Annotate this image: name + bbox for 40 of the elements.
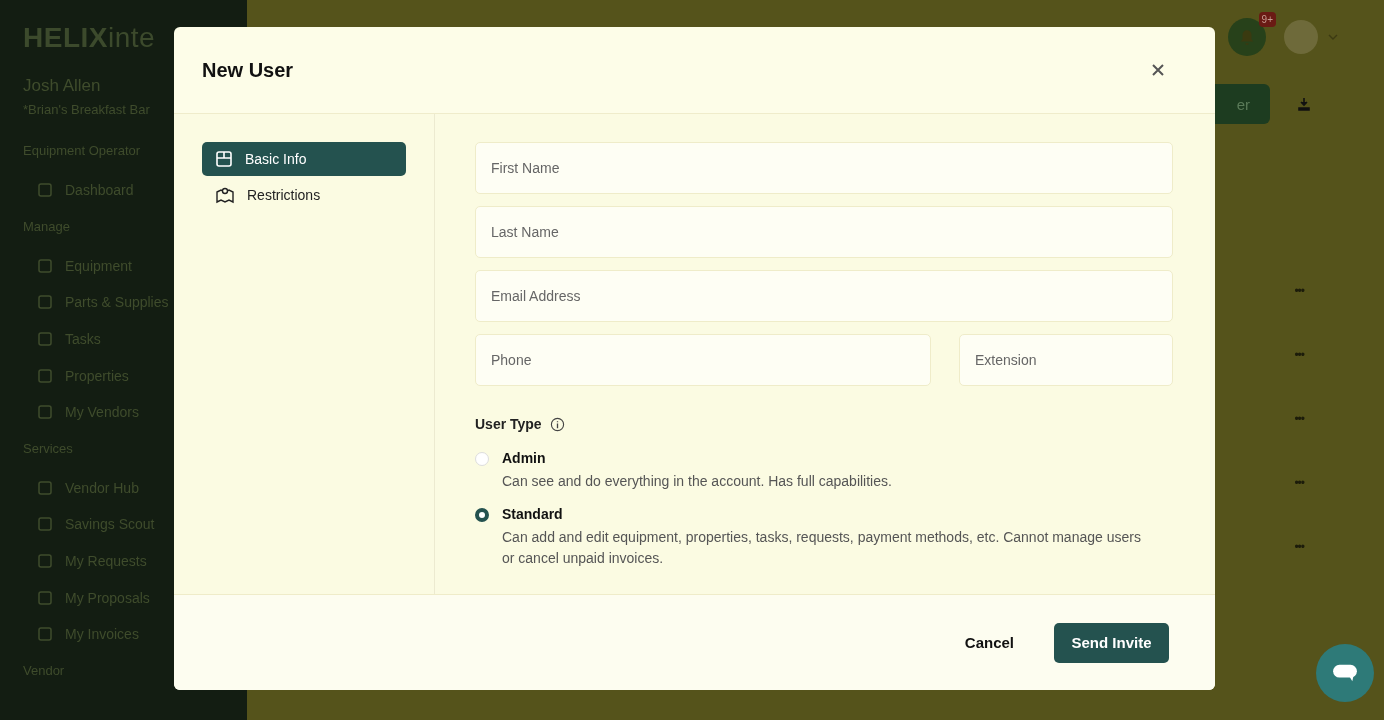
nav-icon — [37, 257, 53, 274]
nav-icon — [37, 479, 53, 496]
option-label: Admin — [502, 450, 547, 466]
info-icon[interactable] — [549, 416, 565, 432]
cancel-button[interactable]: Cancel — [958, 633, 1020, 652]
close-icon[interactable] — [1151, 63, 1165, 77]
send-invite-button[interactable]: Send Invite — [1054, 622, 1169, 663]
row-menu-button[interactable]: ••• — [1294, 284, 1304, 304]
nav-icon — [37, 589, 53, 606]
box-icon — [215, 150, 233, 168]
option-label: Standard — [502, 506, 564, 522]
input-field[interactable]: Last Name — [475, 206, 1173, 258]
row-menu-button[interactable]: ••• — [1294, 540, 1304, 560]
dialog-tab[interactable]: Restrictions — [202, 178, 406, 212]
row-menu-button[interactable]: ••• — [1294, 412, 1304, 432]
dialog-tab[interactable]: Basic Info — [202, 142, 406, 176]
chevron-down-icon[interactable] — [1328, 34, 1338, 40]
nav-icon — [37, 182, 53, 199]
row-menu-button[interactable]: ••• — [1294, 476, 1304, 496]
row-menu-button[interactable]: ••• — [1294, 348, 1304, 368]
dialog-title: New User — [202, 58, 294, 82]
nav-icon — [37, 404, 53, 421]
notification-badge: 9+ — [1258, 12, 1276, 27]
nav-icon — [37, 331, 53, 348]
nav-icon — [37, 553, 53, 570]
download-icon[interactable] — [1296, 96, 1312, 112]
input-field[interactable]: First Name — [475, 142, 1173, 194]
map-pin-icon — [215, 186, 235, 204]
avatar[interactable] — [1284, 20, 1318, 54]
option-description: Can see and do everything in the account. Has full capabilities. — [502, 472, 892, 491]
input-field[interactable]: Email Address — [475, 270, 1173, 322]
user-type-label: User Type — [475, 416, 542, 432]
option-description: Can add and edit equipment, properties, tasks, requests, payment methods, etc. Cannot manage users or cancel unpaid invoices. — [502, 528, 1142, 568]
nav-icon — [37, 294, 53, 311]
input-field[interactable]: Extension — [959, 334, 1173, 386]
nav-icon — [37, 516, 53, 533]
nav-icon — [37, 626, 53, 643]
radio-button[interactable] — [475, 508, 489, 522]
nav-icon — [37, 367, 53, 384]
input-field[interactable]: Phone — [475, 334, 931, 386]
